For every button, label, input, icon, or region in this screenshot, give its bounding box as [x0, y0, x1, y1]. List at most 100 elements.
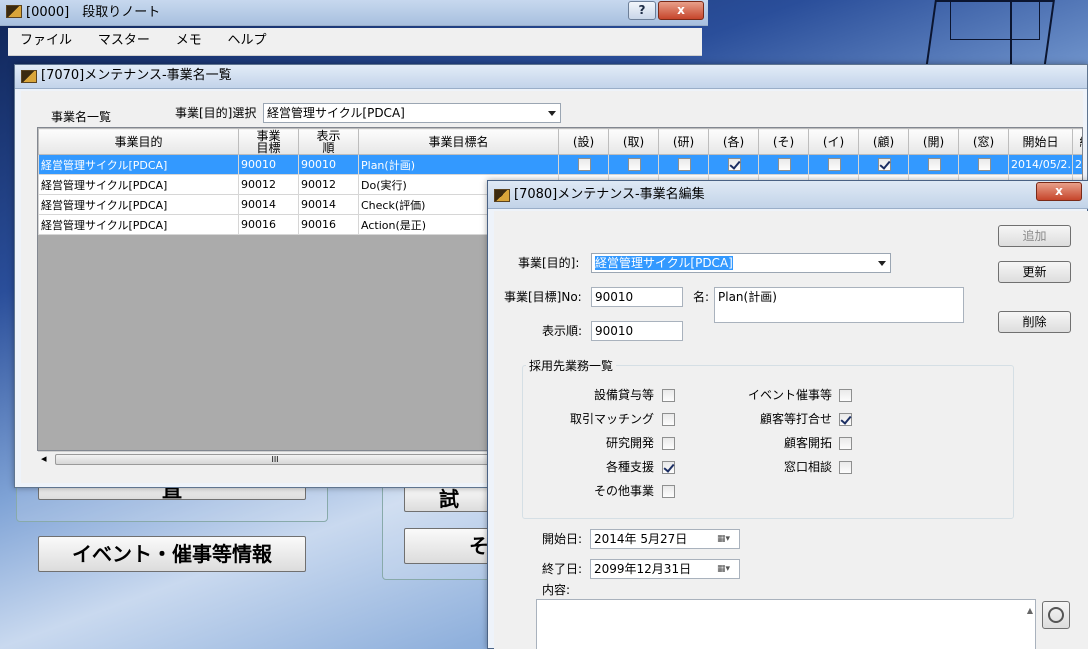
- purpose-filter-select[interactable]: 経営管理サイクル[PDCA]: [263, 103, 561, 123]
- column-header[interactable]: 開始日: [1008, 128, 1073, 155]
- menu-file[interactable]: ファイル: [8, 28, 83, 54]
- edit-titlebar: [7080]メンテナンス-事業名編集 x: [488, 181, 1088, 209]
- cell-flag: [658, 154, 709, 175]
- column-header[interactable]: (そ): [758, 128, 809, 155]
- list-window-title: [7070]メンテナンス-事業名一覧: [41, 68, 232, 83]
- business-check-label: 窓口相談: [783, 460, 832, 474]
- business-check-label: 取引マッチング: [569, 412, 654, 426]
- column-header[interactable]: 表示 順: [298, 128, 359, 155]
- scroll-grip: III: [271, 455, 279, 464]
- column-header[interactable]: (窓): [958, 128, 1009, 155]
- cell-purpose: 経営管理サイクル[PDCA]: [38, 154, 239, 175]
- calendar-icon[interactable]: ▦▾: [717, 533, 737, 545]
- purpose-label: 事業[目的]:: [518, 256, 580, 270]
- start-date-field[interactable]: 2014年 5月27日 ▦▾: [590, 529, 740, 549]
- column-header[interactable]: 終: [1072, 128, 1082, 155]
- cell-purpose: 経営管理サイクル[PDCA]: [38, 214, 239, 235]
- delete-button[interactable]: 削除: [998, 311, 1071, 333]
- purpose-select[interactable]: 経営管理サイクル[PDCA]: [591, 253, 891, 273]
- add-button[interactable]: 追加: [998, 225, 1071, 247]
- scroll-thumb[interactable]: III: [55, 454, 495, 465]
- end-date-label: 終了日:: [542, 562, 583, 576]
- calendar-icon[interactable]: ▦▾: [717, 563, 737, 575]
- table-row[interactable]: 経営管理サイクル[PDCA] 90010 90010 Plan(計画) 2014/05/…: [38, 154, 1082, 175]
- cell-name: Plan(計画): [358, 154, 559, 175]
- order-field[interactable]: 90010: [591, 321, 683, 341]
- filter-label: 事業[目的]選択: [175, 106, 257, 120]
- main-titlebar: [0000] 段取りノート ? x: [0, 0, 708, 26]
- flag-checkbox[interactable]: [728, 158, 741, 172]
- flag-checkbox[interactable]: [678, 158, 691, 172]
- business-checkbox[interactable]: [839, 437, 852, 450]
- column-header[interactable]: 事業目標名: [358, 128, 559, 155]
- column-header[interactable]: (取): [608, 128, 659, 155]
- column-header[interactable]: (研): [658, 128, 709, 155]
- column-header[interactable]: (顧): [858, 128, 909, 155]
- business-checkbox[interactable]: [662, 485, 675, 498]
- cell-flag: [908, 154, 959, 175]
- partial-button-2[interactable]: 試: [404, 486, 494, 512]
- business-check-label: 設備貸与等: [593, 388, 654, 402]
- cell-flag: [758, 154, 809, 175]
- flag-checkbox[interactable]: [828, 158, 841, 172]
- chevron-down-icon: [548, 111, 556, 116]
- business-check-label: その他事業: [593, 484, 654, 498]
- column-header[interactable]: (各): [708, 128, 759, 155]
- edit-window-title: [7080]メンテナンス-事業名編集: [514, 187, 705, 202]
- business-check-label: 各種支援: [605, 460, 654, 474]
- business-checkbox[interactable]: [662, 437, 675, 450]
- order-label: 表示順:: [542, 324, 583, 338]
- business-checkbox[interactable]: [839, 413, 852, 426]
- cell-flag: [708, 154, 759, 175]
- business-check-label: 顧客等打合せ: [759, 412, 832, 426]
- menu-memo[interactable]: メモ: [165, 28, 213, 54]
- end-date-field[interactable]: 2099年12月31日 ▦▾: [590, 559, 740, 579]
- flag-checkbox[interactable]: [928, 158, 941, 172]
- edit-window: [7080]メンテナンス-事業名編集 x 事業[目的]: 経営管理サイクル[PD…: [487, 180, 1088, 649]
- column-header[interactable]: (設): [558, 128, 609, 155]
- section-label: 事業名一覧: [51, 110, 112, 124]
- flag-checkbox[interactable]: [578, 158, 591, 172]
- cell-goal: 90010: [238, 154, 299, 175]
- business-checkbox[interactable]: [662, 461, 675, 474]
- stamp-icon[interactable]: [1042, 601, 1070, 629]
- horizontal-scrollbar[interactable]: ◂ III: [38, 451, 506, 467]
- cell-order: 90012: [298, 174, 359, 195]
- start-date-label: 開始日:: [542, 532, 583, 546]
- cell-order: 90010: [298, 154, 359, 175]
- edit-close-button[interactable]: x: [1036, 182, 1082, 201]
- scroll-up-arrow[interactable]: ▲: [1027, 602, 1033, 620]
- flag-checkbox[interactable]: [628, 158, 641, 172]
- column-header[interactable]: (イ): [808, 128, 859, 155]
- event-info-button[interactable]: イベント・催事等情報: [38, 536, 306, 572]
- business-checkbox[interactable]: [839, 389, 852, 402]
- flag-checkbox[interactable]: [878, 158, 891, 172]
- business-checkbox[interactable]: [839, 461, 852, 474]
- business-checkbox[interactable]: [662, 389, 675, 402]
- cell-flag: [558, 154, 609, 175]
- menu-help[interactable]: ヘルプ: [217, 28, 278, 54]
- cell-purpose: 経営管理サイクル[PDCA]: [38, 194, 239, 215]
- other-button[interactable]: そ: [404, 528, 494, 564]
- flag-checkbox[interactable]: [978, 158, 991, 172]
- cell-goal: 90016: [238, 214, 299, 235]
- cell-flag: [608, 154, 659, 175]
- cell-order: 90014: [298, 194, 359, 215]
- main-close-button[interactable]: x: [658, 1, 704, 20]
- update-button[interactable]: 更新: [998, 261, 1071, 283]
- cell-purpose: 経営管理サイクル[PDCA]: [38, 174, 239, 195]
- edit-body: 事業[目的]: 経営管理サイクル[PDCA] 追加 更新 削除 事業[目標]No…: [494, 211, 1088, 649]
- goal-no-field[interactable]: 90010: [591, 287, 683, 307]
- scroll-left-arrow[interactable]: ◂: [41, 452, 47, 465]
- content-textarea[interactable]: ▲: [536, 599, 1036, 649]
- column-header[interactable]: (開): [908, 128, 959, 155]
- table-header: 事業目的 事業 目標 表示 順事業目標名 (設) (取) (研) (各) (そ) (イ) (顧)(…: [38, 128, 1082, 155]
- business-checkbox[interactable]: [662, 413, 675, 426]
- menu-master[interactable]: マスター: [87, 28, 161, 54]
- column-header[interactable]: 事業目的: [38, 128, 239, 155]
- name-field[interactable]: Plan(計画): [714, 287, 964, 323]
- help-button[interactable]: ?: [628, 1, 656, 20]
- purpose-value: 経営管理サイクル[PDCA]: [595, 256, 733, 270]
- flag-checkbox[interactable]: [778, 158, 791, 172]
- column-header[interactable]: 事業 目標: [238, 128, 299, 155]
